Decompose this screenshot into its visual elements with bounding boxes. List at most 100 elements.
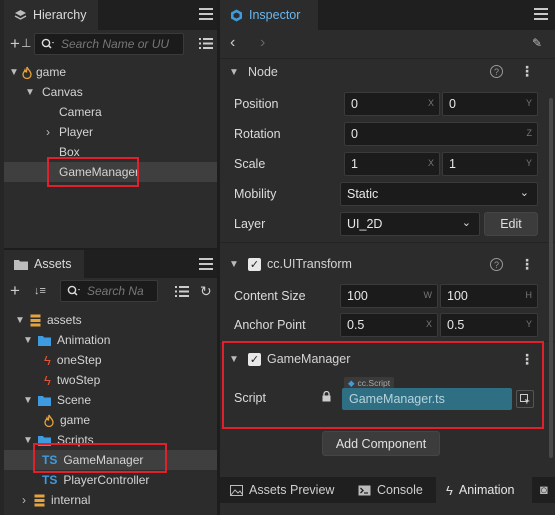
more-options-icon[interactable]: ⋮ (520, 256, 534, 273)
chevron-down-icon[interactable]: ▼ (22, 335, 34, 346)
tag-label: cc.Script (357, 378, 391, 388)
pin-icon[interactable]: ✎ (532, 36, 542, 50)
enabled-checkbox[interactable]: ✓ (248, 352, 261, 366)
field-value: 0 (449, 97, 456, 111)
locate-asset-icon[interactable] (516, 390, 534, 408)
rotation-z-input[interactable]: 0 Z (344, 122, 538, 146)
chevron-down-icon[interactable]: ▼ (24, 87, 36, 98)
asset-item-scene[interactable]: ▼ Scene (4, 390, 217, 410)
sort-icon[interactable]: ↓≡ (34, 285, 46, 297)
field-value: 0 (351, 127, 358, 141)
tree-item-canvas[interactable]: ▼ Canvas (4, 82, 217, 102)
tab-animation[interactable]: ϟ Animation (436, 477, 532, 503)
chevron-down-icon[interactable]: ▼ (14, 315, 26, 326)
tab-hierarchy[interactable]: Hierarchy (4, 0, 98, 30)
chevron-down-icon[interactable]: ▼ (228, 259, 240, 270)
tab-inspector[interactable]: Inspector (220, 0, 318, 30)
tab-label: Animation (458, 483, 515, 497)
script-asset-field[interactable]: GameManager.ts (342, 388, 512, 410)
node-section-header[interactable]: ▼ Node ? ⋮ (220, 59, 555, 85)
asset-item-gamemanager[interactable]: TS GameManager (4, 450, 217, 470)
anchor-y-input[interactable]: 0.5 Y (440, 313, 538, 337)
search-icon (61, 285, 87, 297)
content-size-w-input[interactable]: 100 W (340, 284, 438, 308)
anchor-x-input[interactable]: 0.5 X (340, 313, 438, 337)
mobility-select[interactable]: Static ⌄ (340, 182, 538, 206)
list-options-icon[interactable] (175, 286, 189, 297)
axis-label: W (423, 290, 433, 300)
folder-icon (38, 395, 51, 406)
field-value: GameManager.ts (349, 392, 445, 406)
tree-item-game[interactable]: ▼ game (4, 62, 217, 82)
assets-search-input[interactable]: Search Na (60, 280, 158, 302)
inspector-menu-icon[interactable] (534, 8, 548, 20)
back-icon[interactable]: ‹ (230, 34, 235, 52)
hierarchy-search-placeholder: Search Name or UU (61, 37, 170, 51)
help-icon[interactable]: ? (490, 65, 503, 78)
tree-item-gamemanager[interactable]: GameManager (4, 162, 217, 182)
gamemanager-section-header[interactable]: ▼ ✓ GameManager ⋮ (220, 346, 555, 372)
hierarchy-menu-icon[interactable] (199, 8, 213, 20)
folder-icon (14, 259, 28, 270)
assets-menu-icon[interactable] (199, 258, 213, 270)
tree-item-camera[interactable]: Camera (4, 102, 217, 122)
asset-item-assets[interactable]: ▼ assets (4, 310, 217, 330)
tab-console[interactable]: Console (348, 477, 428, 503)
chevron-down-icon[interactable]: ▼ (22, 395, 34, 406)
scale-y-input[interactable]: 1 Y (442, 152, 538, 176)
chevron-down-icon[interactable]: ▼ (8, 67, 20, 78)
tree-item-box[interactable]: Box (4, 142, 217, 162)
content-size-row: Content Size 100 W 100 H (220, 282, 555, 310)
field-value: UI_2D (347, 217, 383, 231)
refresh-icon[interactable]: ↻ (200, 283, 212, 300)
chevron-right-icon[interactable]: › (18, 493, 30, 507)
chevron-down-icon[interactable]: ▼ (228, 354, 240, 365)
tree-item-player[interactable]: › Player (4, 122, 217, 142)
inspector-icon (230, 9, 243, 22)
axis-label: H (525, 290, 533, 300)
asset-item-game[interactable]: game (4, 410, 217, 430)
asset-item-animation[interactable]: ▼ Animation (4, 330, 217, 350)
list-options-icon[interactable] (199, 38, 213, 49)
rotation-label: Rotation (234, 127, 281, 141)
content-size-h-input[interactable]: 100 H (440, 284, 538, 308)
folder-icon (38, 335, 51, 346)
divider (220, 341, 555, 342)
field-value: 0.5 (347, 318, 365, 332)
asset-item-scripts[interactable]: ▼ Scripts (4, 430, 217, 450)
asset-item-internal[interactable]: › internal (4, 490, 217, 510)
uitransform-section-header[interactable]: ▼ ✓ cc.UITransform ? ⋮ (220, 251, 555, 277)
help-icon[interactable]: ? (490, 258, 503, 271)
asset-item-playercontroller[interactable]: TS PlayerController (4, 470, 217, 490)
uitransform-title: cc.UITransform (267, 257, 352, 271)
more-options-icon[interactable]: ⋮ (520, 351, 534, 368)
position-y-input[interactable]: 0 Y (442, 92, 538, 116)
more-options-icon[interactable]: ⋮ (520, 63, 534, 80)
add-component-button[interactable]: Add Component (322, 431, 440, 456)
chevron-down-icon[interactable]: ▼ (22, 435, 34, 446)
scrollbar[interactable] (549, 98, 553, 458)
scale-x-input[interactable]: 1 X (344, 152, 440, 176)
add-icon[interactable]: + (10, 282, 20, 299)
asset-item-onestep[interactable]: ϟ oneStep (4, 350, 217, 370)
hierarchy-search-input[interactable]: Search Name or UU (34, 33, 184, 55)
asset-item-twostep[interactable]: ϟ twoStep (4, 370, 217, 390)
edit-layer-button[interactable]: Edit (484, 212, 538, 236)
tree-item-label: assets (47, 313, 82, 327)
position-x-input[interactable]: 0 X (344, 92, 440, 116)
collapse-icon[interactable]: ⊥ (21, 36, 31, 50)
assets-search-placeholder: Search Na (87, 284, 144, 298)
enabled-checkbox[interactable]: ✓ (248, 257, 261, 271)
chevron-right-icon[interactable]: › (42, 125, 54, 139)
layer-select[interactable]: UI_2D ⌄ (340, 212, 480, 236)
forward-icon[interactable]: › (260, 34, 265, 52)
button-label: Edit (500, 217, 522, 231)
database-icon (30, 314, 41, 327)
camera-icon[interactable]: ◙ (540, 482, 548, 497)
tab-assets-preview[interactable]: Assets Preview (220, 477, 340, 503)
chevron-down-icon[interactable]: ▼ (228, 67, 240, 78)
tab-assets[interactable]: Assets (4, 250, 84, 278)
add-icon[interactable]: + (10, 35, 20, 52)
scale-label: Scale (234, 157, 266, 171)
rotation-row: Rotation 0 Z (220, 120, 555, 148)
